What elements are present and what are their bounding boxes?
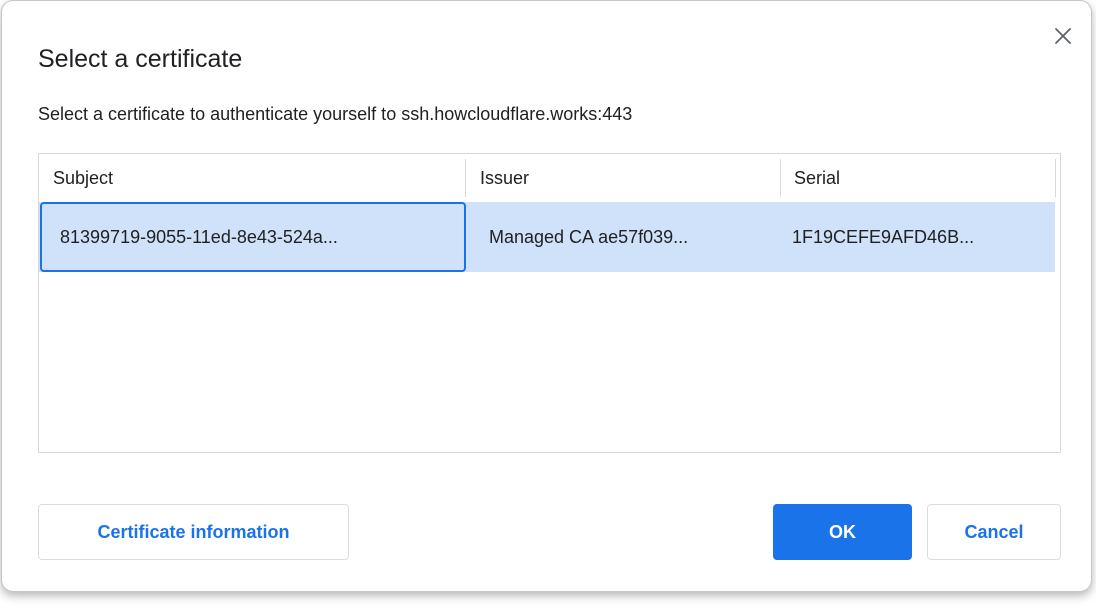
column-separator [780,159,781,197]
cell-serial: 1F19CEFE9AFD46B... [792,202,974,272]
ok-button[interactable]: OK [773,504,912,560]
table-header: Subject Issuer Serial [39,154,1060,202]
cell-subject: 81399719-9055-11ed-8e43-524a... [60,202,338,272]
column-header-subject: Subject [53,154,113,202]
cancel-button[interactable]: Cancel [927,504,1061,560]
table-row[interactable]: 81399719-9055-11ed-8e43-524a... Managed … [39,202,1055,272]
certificate-table: Subject Issuer Serial 81399719-9055-11ed… [38,153,1061,453]
column-header-serial: Serial [794,154,840,202]
close-button[interactable] [1049,22,1077,50]
column-header-issuer: Issuer [480,154,529,202]
column-separator [465,159,466,197]
close-icon [1054,27,1072,45]
table-body: 81399719-9055-11ed-8e43-524a... Managed … [39,202,1060,272]
cell-issuer: Managed CA ae57f039... [489,202,688,272]
certificate-select-dialog: Select a certificate Select a certificat… [1,0,1092,592]
column-separator [1055,159,1056,197]
certificate-information-button[interactable]: Certificate information [38,504,349,560]
page-title: Select a certificate [38,45,242,74]
dialog-subtitle: Select a certificate to authenticate you… [38,104,632,125]
